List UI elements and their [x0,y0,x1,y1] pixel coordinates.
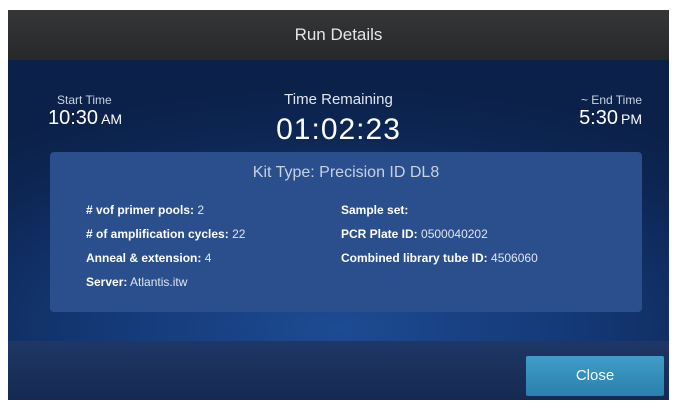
end-time-value: 5:30 PM [579,107,642,130]
library-tube-label: Combined library tube ID: [341,251,488,265]
end-time-unit: PM [621,111,642,127]
server-value: Atlantis.itw [130,275,188,289]
run-details-body: Start Time 10:30 AM Time Remaining 01:02:… [8,60,669,341]
run-info-panel: Kit Type: Precision ID DL8 # vof primer … [50,152,642,312]
anneal-extension-row: Anneal & extension: 4 [86,251,211,265]
primer-pools-value: 2 [197,203,205,217]
dialog-title: Run Details [8,10,669,60]
library-tube-row: Combined library tube ID: 4506060 [341,251,538,265]
server-row: Server: Atlantis.itw [86,275,187,289]
amplification-cycles-label: # of amplification cycles: [86,227,229,241]
anneal-extension-value: 4 [204,251,212,265]
close-button[interactable]: Close [526,356,664,396]
primer-pools-row: # vof primer pools: 2 [86,203,204,217]
amplification-cycles-row: # of amplification cycles: 22 [86,227,245,241]
pcr-plate-label: PCR Plate ID: [341,227,418,241]
amplification-cycles-value: 22 [232,227,246,241]
server-label: Server: [86,275,128,289]
pcr-plate-value: 0500040202 [421,227,488,241]
primer-pools-label: # vof primer pools: [86,203,195,217]
end-time-clock: 5:30 [579,107,618,129]
kit-type: Kit Type: Precision ID DL8 [252,164,440,181]
time-remaining-label: Time Remaining [284,91,393,108]
dialog-footer: Close [8,341,669,400]
sample-set-row: Sample set: [341,203,408,217]
sample-set-label: Sample set: [341,203,409,217]
pcr-plate-row: PCR Plate ID: 0500040202 [341,227,488,241]
anneal-extension-label: Anneal & extension: [86,251,202,265]
run-details-dialog: Run Details Start Time 10:30 AM Time Rema… [8,10,669,400]
library-tube-value: 4506060 [491,251,538,265]
end-time-label: ~ End Time [580,93,642,107]
time-remaining-value: 01:02:23 [276,113,401,146]
